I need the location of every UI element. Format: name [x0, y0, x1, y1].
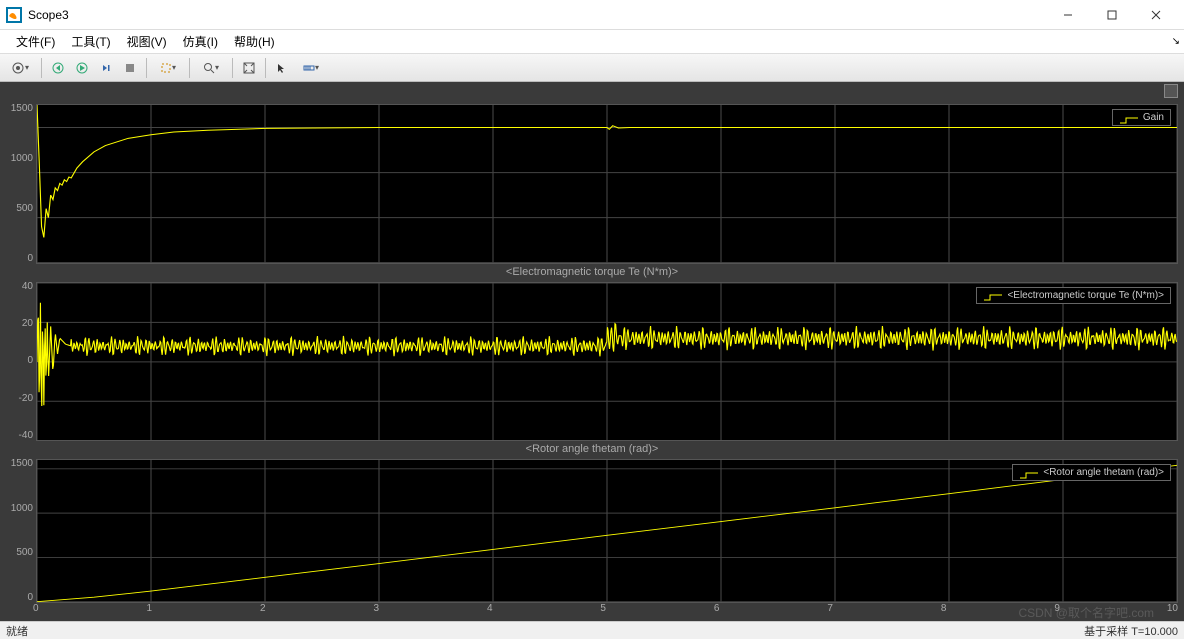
toolbar-separator: [232, 58, 233, 78]
legend-swatch-icon: [1019, 468, 1039, 478]
dock-icon[interactable]: [1164, 84, 1178, 98]
legend-swatch-icon: [1119, 113, 1139, 123]
toolbar: ▾ ▾ ▾ ▾: [0, 54, 1184, 82]
run-button[interactable]: [71, 57, 93, 79]
menu-file[interactable]: 文件(F): [8, 30, 63, 53]
toolbar-separator: [146, 58, 147, 78]
close-button[interactable]: [1134, 0, 1178, 30]
title-bar: Scope3: [0, 0, 1184, 30]
legend-2: <Electromagnetic torque Te (N*m)>: [976, 287, 1171, 304]
legend-1: Gain: [1112, 109, 1171, 126]
minimize-button[interactable]: [1046, 0, 1090, 30]
x-axis: 012345678910: [36, 603, 1178, 619]
chart-3[interactable]: <Rotor angle thetam (rad)>: [36, 459, 1178, 603]
cursor-button[interactable]: [271, 57, 293, 79]
highlight-button[interactable]: ▾: [152, 57, 184, 79]
plot-title-1: [6, 88, 1178, 104]
legend-label-3: <Rotor angle thetam (rad)>: [1043, 467, 1164, 478]
y-axis-1: 150010005000: [6, 104, 36, 264]
stop-button[interactable]: [119, 57, 141, 79]
zoom-button[interactable]: ▾: [195, 57, 227, 79]
app-icon: [6, 7, 22, 23]
status-left: 就绪: [6, 623, 28, 639]
menu-overflow-icon[interactable]: ↘: [1172, 36, 1180, 47]
maximize-button[interactable]: [1090, 0, 1134, 30]
settings-button[interactable]: ▾: [4, 57, 36, 79]
y-axis-2: 40200-20-40: [6, 282, 36, 442]
measure-button[interactable]: ▾: [295, 57, 327, 79]
plot-title-2: <Electromagnetic torque Te (N*m)>: [6, 266, 1178, 282]
subplot-gain: 150010005000 Gain: [6, 88, 1178, 264]
menu-view[interactable]: 视图(V): [119, 30, 175, 53]
subplot-torque: <Electromagnetic torque Te (N*m)> 40200-…: [6, 266, 1178, 442]
chart-1[interactable]: Gain: [36, 104, 1178, 264]
menu-bar: 文件(F) 工具(T) 视图(V) 仿真(I) 帮助(H) ↘: [0, 30, 1184, 54]
autoscale-button[interactable]: [238, 57, 260, 79]
menu-tools[interactable]: 工具(T): [63, 30, 118, 53]
status-right: 基于采样 T=10.000: [1084, 623, 1178, 639]
legend-swatch-icon: [983, 290, 1003, 300]
legend-3: <Rotor angle thetam (rad)>: [1012, 464, 1171, 481]
menu-help[interactable]: 帮助(H): [226, 30, 283, 53]
step-back-button[interactable]: [47, 57, 69, 79]
y-axis-3: 150010005000: [6, 459, 36, 603]
toolbar-separator: [41, 58, 42, 78]
legend-label-2: <Electromagnetic torque Te (N*m)>: [1007, 290, 1164, 301]
plot-title-3: <Rotor angle thetam (rad)>: [6, 443, 1178, 459]
plot-area: 150010005000 Gain <Electromagnetic torqu…: [0, 82, 1184, 621]
legend-label-1: Gain: [1143, 112, 1164, 123]
window-title: Scope3: [28, 8, 1046, 22]
toolbar-separator: [265, 58, 266, 78]
step-forward-button[interactable]: [95, 57, 117, 79]
menu-sim[interactable]: 仿真(I): [175, 30, 226, 53]
subplot-rotor: <Rotor angle thetam (rad)> 150010005000 …: [6, 443, 1178, 619]
status-bar: 就绪 基于采样 T=10.000: [0, 621, 1184, 639]
chart-2[interactable]: <Electromagnetic torque Te (N*m)>: [36, 282, 1178, 442]
toolbar-separator: [189, 58, 190, 78]
